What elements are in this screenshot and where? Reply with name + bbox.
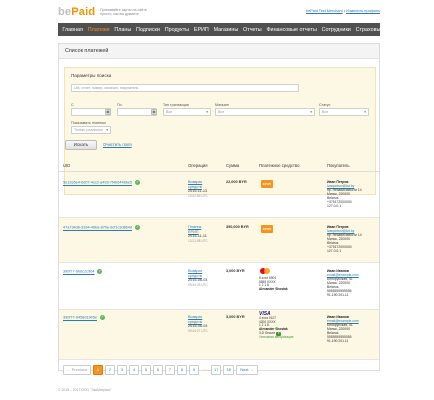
page-title: Список платежей [59, 44, 379, 59]
table-header: UID Операция Сумма Платежное средство По… [59, 162, 379, 172]
page: bePaid Принимайте карты на сайте просто,… [0, 0, 434, 400]
chevron-down-icon: ▾ [310, 110, 312, 114]
bepaid-logo[interactable]: bePaid [58, 6, 95, 18]
uid-link[interactable]: 390f77-9458d19b5e [63, 316, 97, 320]
erip-icon: ЕРИП [261, 180, 273, 188]
auth-status: Успешная авторизация [259, 334, 294, 339]
nav-item[interactable]: Магазины [211, 27, 240, 33]
clear-fields-link[interactable]: Очистить поля [103, 142, 132, 147]
table-row: 390f77-6b6c2c964 ✓ Возврат средств 2015-06… [59, 263, 379, 310]
shop-select[interactable]: Все ▾ [215, 108, 315, 116]
check-icon: ✓ [100, 315, 105, 320]
erip-icon: ЕРИП [261, 225, 273, 233]
main-nav: Главная Платежи Планы Подписки Продукты ЕРИП М… [58, 23, 409, 36]
chevron-down-icon: ▾ [364, 110, 366, 114]
user-links: bePaid Test Merchant • Изменить профиль [305, 9, 380, 13]
table-row: 47a734d6-3394-49ba-870e-9cf1c3d8b4d ✓ Пла… [59, 218, 379, 263]
next-page-button[interactable]: Next → [235, 364, 258, 375]
prev-page-button[interactable]: ← Previous [63, 364, 91, 375]
amount: 22,000 BYR [226, 180, 247, 184]
page-button[interactable]: 4 [129, 364, 139, 375]
page-button[interactable]: 3 [117, 364, 127, 375]
search-button[interactable]: Искать [65, 140, 97, 150]
tagline: Принимайте карты на сайте просто, как вы… [100, 8, 147, 17]
from-label: С [71, 103, 74, 107]
type-select[interactable]: Все ▾ [163, 108, 211, 116]
check-icon: ✓ [135, 180, 141, 185]
page-button[interactable]: 7 [165, 364, 175, 375]
check-icon: ✓ [97, 269, 103, 274]
col-method: Платежное средство [259, 163, 300, 168]
operation-link[interactable]: Платеж ЕРИП [188, 225, 208, 234]
filters-title: Параметры поиска [71, 73, 112, 78]
col-uid: UID [63, 163, 71, 168]
type-label: Тип транзакции [163, 103, 189, 107]
table-row: 5e12e5e4-6d07-4cc2-a493-7f4b6448be5 ✓ Воз… [59, 173, 379, 218]
nav-item[interactable]: Главная [60, 27, 85, 33]
nav-item[interactable]: Продукты [162, 27, 191, 33]
chevron-down-icon: ▾ [106, 128, 108, 132]
amount: 3,000 BYR [226, 315, 245, 319]
uid-link[interactable]: 47a734d6-3394-49ba-870e-9cf1c3d8b4d [63, 226, 132, 230]
pagination-ellipsis: … [203, 365, 207, 371]
page-button[interactable]: 6 [153, 364, 163, 375]
amount: 350,000 BYR [226, 225, 249, 229]
page-button[interactable]: 2 [105, 364, 115, 375]
operation-link[interactable]: Возврат средств [188, 315, 208, 324]
merchant-link[interactable]: bePaid Test Merchant [306, 9, 343, 13]
page-button[interactable]: 17 [211, 364, 222, 375]
page-button[interactable]: 1 [93, 364, 103, 375]
amount: 3,000 BYR [226, 269, 245, 273]
nav-item[interactable]: Финансовые отчеты [264, 27, 319, 33]
table-row: 390f77-9458d19b5e ✓ Возврат средств 2015-0… [59, 310, 379, 360]
to-label: По [117, 103, 122, 107]
pagination: ← Previous 1 2 3 4 5 6 7 8 9 … 17 18 Next → [63, 364, 258, 375]
page-button[interactable]: 9 [189, 364, 199, 375]
footer-copyright: © 2015 – 2017 ООО "ЭкоМатрикс" [58, 388, 112, 392]
page-button[interactable]: 5 [141, 364, 151, 375]
calendar-icon[interactable]: ▦ [105, 109, 111, 115]
status-select[interactable]: Все ▾ [319, 108, 369, 116]
search-input[interactable]: Uid, отчет, номер, магазин, покупатель [71, 84, 299, 92]
status-label: Статус [319, 103, 331, 107]
check-icon: ✓ [135, 225, 141, 230]
show-select[interactable]: Только реальные ▾ [71, 126, 111, 134]
shop-label: Магазин [215, 103, 229, 107]
nav-item[interactable]: Отчеты [241, 27, 264, 33]
edit-profile-link[interactable]: Изменить профиль [346, 9, 380, 13]
chevron-down-icon: ▾ [206, 110, 208, 114]
operation-link[interactable]: Возврат средств [188, 269, 208, 278]
nav-item[interactable]: Планы [112, 27, 134, 33]
header: bePaid Принимайте карты на сайте просто,… [58, 4, 380, 20]
operation-link[interactable]: Возврат средств [188, 180, 208, 189]
col-amount: Сумма [226, 163, 240, 168]
uid-link[interactable]: 5e12e5e4-6d07-4cc2-a493-7f4b6448be5 [63, 181, 132, 185]
uid-link[interactable]: 390f77-6b6c2c964 [63, 270, 94, 274]
nav-item[interactable]: Сотрудники [319, 27, 353, 33]
col-buyer: Покупатель [327, 163, 350, 168]
page-button[interactable]: 18 [223, 364, 234, 375]
nav-item[interactable]: ЕРИП [191, 27, 211, 33]
mastercard-icon [259, 267, 271, 275]
show-label: Показывать платежи [71, 121, 106, 125]
col-operation: Операция [188, 163, 208, 168]
nav-item[interactable]: Платежи [85, 27, 112, 33]
payments-panel: Список платежей Параметры поиска Uid, от… [58, 43, 380, 375]
calendar-icon[interactable]: ▦ [151, 109, 157, 115]
nav-item[interactable]: Страховые депозиты [353, 27, 411, 33]
nav-item[interactable]: Подписки [134, 27, 163, 33]
page-button[interactable]: 8 [177, 364, 187, 375]
